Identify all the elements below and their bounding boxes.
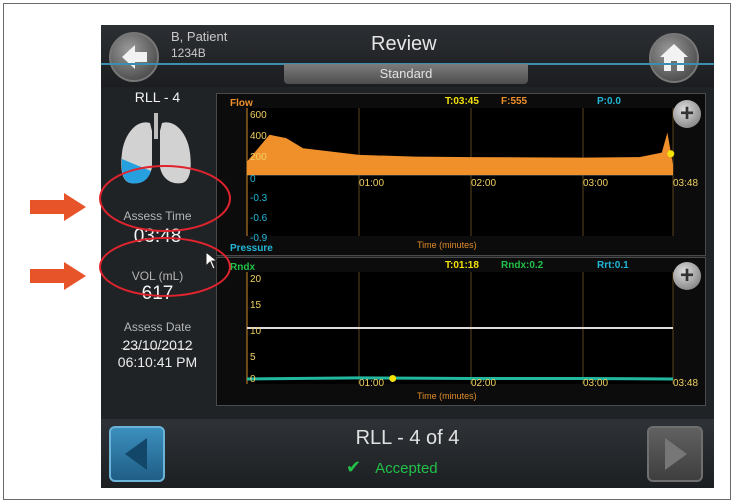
- flow-chart-panel: Flow T:03:45 F:555 P:0.0 600 400 200 0 -…: [216, 93, 706, 256]
- flow-xlabel: Time (minutes): [417, 240, 477, 250]
- rndx-xtick: 01:00: [359, 378, 384, 389]
- back-button[interactable]: [109, 32, 159, 82]
- lobe-label: RLL - 4: [134, 89, 181, 105]
- assess-date-label: Assess Date: [123, 320, 192, 334]
- rndx-chart: Rndx T:01:18 Rndx:0.2 Rrt:0.1 20 15 10 5…: [230, 260, 698, 401]
- rndx-xtick: 02:00: [471, 378, 496, 389]
- rrt-readout: Rrt:0.1: [597, 260, 629, 271]
- rndx-ytick: 15: [250, 300, 262, 311]
- patient-id: 1234B: [171, 46, 206, 60]
- rndx-label: Rndx: [230, 262, 255, 273]
- next-button[interactable]: [647, 426, 703, 482]
- pressure-ytick: -0.6: [250, 213, 268, 224]
- flow-ytick: 0: [250, 174, 256, 185]
- flow-f-readout: F:555: [501, 96, 528, 107]
- rndx-xtick: 03:00: [583, 378, 608, 389]
- header: B, Patient 1234B Review Standard: [101, 25, 714, 87]
- checkmark-icon: ✔: [346, 457, 362, 477]
- home-button[interactable]: [649, 33, 699, 83]
- flow-p-readout: P:0.0: [597, 96, 621, 107]
- rndx-ytick: 5: [250, 352, 256, 363]
- back-arrow-icon: [122, 45, 147, 69]
- status-accepted: ✔ Accepted: [346, 457, 438, 478]
- rndx-ytick: 0: [250, 374, 256, 385]
- status-text: Accepted: [375, 460, 438, 477]
- rndx-cursor-point: [389, 374, 397, 382]
- assess-date: 23/10/2012: [122, 337, 193, 353]
- flow-ytick: 200: [250, 152, 267, 163]
- triangle-right-icon: [665, 438, 687, 470]
- footer: RLL - 4 of 4 ✔ Accepted: [101, 419, 714, 488]
- flow-label: Flow: [230, 98, 253, 109]
- pressure-label: Pressure: [230, 243, 273, 254]
- flow-xtick: 03:00: [583, 178, 608, 189]
- flow-ytick: 400: [250, 131, 267, 142]
- flow-time-readout: T:03:45: [445, 96, 479, 107]
- highlight-ellipse-assess-time: [99, 165, 231, 232]
- rndx-readout: Rndx:0.2: [501, 260, 544, 271]
- rndx-xlabel: Time (minutes): [417, 391, 477, 401]
- rndx-time-readout: T:01:18: [445, 260, 479, 271]
- arrow-right-icon: [30, 193, 86, 221]
- mouse-cursor-icon: [205, 251, 219, 270]
- patient-name: B, Patient: [171, 29, 228, 44]
- rndx-ytick: 10: [250, 326, 262, 337]
- rndx-xtick: 03:48: [673, 378, 698, 389]
- rndx-zoom-button[interactable]: +: [673, 262, 701, 290]
- flow-zoom-button[interactable]: +: [673, 100, 701, 128]
- flow-cursor-point: [667, 150, 675, 158]
- tab-standard[interactable]: Standard: [284, 64, 528, 84]
- assess-clock: 06:10:41 PM: [117, 354, 198, 370]
- flow-xtick: 03:48: [673, 178, 698, 189]
- arrow-right-icon: [30, 262, 86, 290]
- flow-xtick: 01:00: [359, 178, 384, 189]
- rndx-series-line: [246, 376, 674, 381]
- flow-xtick: 02:00: [471, 178, 496, 189]
- home-icon: [660, 44, 688, 71]
- flow-ytick: 600: [250, 110, 267, 121]
- rndx-ytick: 20: [250, 274, 262, 285]
- lobe-counter: RLL - 4 of 4: [355, 427, 460, 449]
- page-title: Review: [371, 33, 437, 55]
- flow-chart: Flow T:03:45 F:555 P:0.0 600 400 200 0 -…: [230, 96, 698, 254]
- rndx-chart-panel: Rndx T:01:18 Rndx:0.2 Rrt:0.1 20 15 10 5…: [216, 257, 706, 406]
- pressure-ytick: -0.3: [250, 193, 268, 204]
